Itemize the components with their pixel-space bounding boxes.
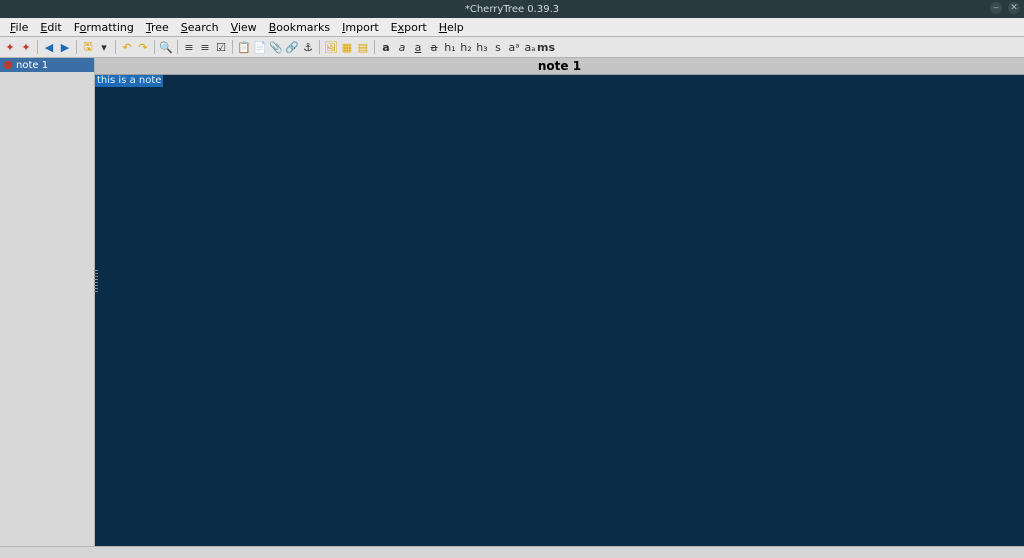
toolbar-separator xyxy=(115,40,116,54)
list-todo-button[interactable]: ☑ xyxy=(214,40,228,54)
toolbar-separator xyxy=(154,40,155,54)
anchor-button[interactable]: ⚓ xyxy=(301,40,315,54)
add-node-button[interactable]: ✦ xyxy=(3,40,17,54)
text-editor[interactable]: this is a note xyxy=(95,75,1024,546)
italic-button[interactable]: a xyxy=(395,40,409,54)
editor-area: note 1 this is a note xyxy=(95,58,1024,546)
menu-edit[interactable]: Edit xyxy=(34,21,67,34)
toolbar: ✦ ✦ ◀ ▶ 🖫 ▾ ↶ ↷ 🔍 ≡ ≡ ☑ 📋 📄 📎 🔗 ⚓ 🖼 ▦ ▤ … xyxy=(0,37,1024,58)
pane-splitter[interactable] xyxy=(94,270,98,294)
menu-import[interactable]: Import xyxy=(336,21,385,34)
list-numbered-button[interactable]: ≡ xyxy=(198,40,212,54)
go-forward-button[interactable]: ▶ xyxy=(58,40,72,54)
menu-export[interactable]: Export xyxy=(385,21,433,34)
toolbar-separator xyxy=(232,40,233,54)
menu-help[interactable]: Help xyxy=(433,21,470,34)
redo-button[interactable]: ↷ xyxy=(136,40,150,54)
window-controls: ‒ ✕ xyxy=(990,2,1020,14)
menu-search[interactable]: Search xyxy=(175,21,225,34)
strike-button[interactable]: a xyxy=(427,40,441,54)
underline-button[interactable]: a xyxy=(411,40,425,54)
save-dropdown-button[interactable]: ▾ xyxy=(97,40,111,54)
menu-view[interactable]: View xyxy=(225,21,263,34)
go-back-button[interactable]: ◀ xyxy=(42,40,56,54)
menu-bookmarks[interactable]: Bookmarks xyxy=(263,21,336,34)
toolbar-separator xyxy=(37,40,38,54)
copy-button[interactable]: 📄 xyxy=(253,40,267,54)
node-title: note 1 xyxy=(95,58,1024,75)
h3-button[interactable]: h₃ xyxy=(475,40,489,54)
main-area: note 1 note 1 this is a note xyxy=(0,58,1024,546)
insert-image-button[interactable]: 🖼 xyxy=(324,40,338,54)
find-button[interactable]: 🔍 xyxy=(159,40,173,54)
toolbar-separator xyxy=(76,40,77,54)
tree-node-label: note 1 xyxy=(16,60,48,71)
window-close-button[interactable]: ✕ xyxy=(1008,2,1020,14)
h2-button[interactable]: h₂ xyxy=(459,40,473,54)
window-title: *CherryTree 0.39.3 xyxy=(0,4,1024,15)
editor-text-selected[interactable]: this is a note xyxy=(95,75,163,87)
bold-button[interactable]: a xyxy=(379,40,393,54)
link-button[interactable]: 🔗 xyxy=(285,40,299,54)
menu-formatting[interactable]: Formatting xyxy=(68,21,140,34)
status-bar: Node Type: Rich Text - Date Created: 202… xyxy=(0,546,1024,558)
window-minimize-button[interactable]: ‒ xyxy=(990,2,1002,14)
save-button[interactable]: 🖫 xyxy=(81,40,95,54)
insert-codebox-button[interactable]: ▤ xyxy=(356,40,370,54)
menu-bar: File Edit Formatting Tree Search View Bo… xyxy=(0,18,1024,37)
insert-table-button[interactable]: ▦ xyxy=(340,40,354,54)
attach-button[interactable]: 📎 xyxy=(269,40,283,54)
small-button[interactable]: s xyxy=(491,40,505,54)
add-subnode-button[interactable]: ✦ xyxy=(19,40,33,54)
h1-button[interactable]: h₁ xyxy=(443,40,457,54)
toolbar-separator xyxy=(177,40,178,54)
cherry-icon xyxy=(4,61,12,69)
monospace-button[interactable]: ms xyxy=(539,40,553,54)
paste-button[interactable]: 📋 xyxy=(237,40,251,54)
toolbar-separator xyxy=(319,40,320,54)
tree-node-selected[interactable]: note 1 xyxy=(0,58,94,72)
tree-sidebar[interactable]: note 1 xyxy=(0,58,95,546)
menu-file[interactable]: File xyxy=(4,21,34,34)
superscript-button[interactable]: aᵃ xyxy=(507,40,521,54)
menu-tree[interactable]: Tree xyxy=(140,21,175,34)
undo-button[interactable]: ↶ xyxy=(120,40,134,54)
list-bulleted-button[interactable]: ≡ xyxy=(182,40,196,54)
window-titlebar: *CherryTree 0.39.3 ‒ ✕ xyxy=(0,0,1024,18)
subscript-button[interactable]: aₐ xyxy=(523,40,537,54)
toolbar-separator xyxy=(374,40,375,54)
